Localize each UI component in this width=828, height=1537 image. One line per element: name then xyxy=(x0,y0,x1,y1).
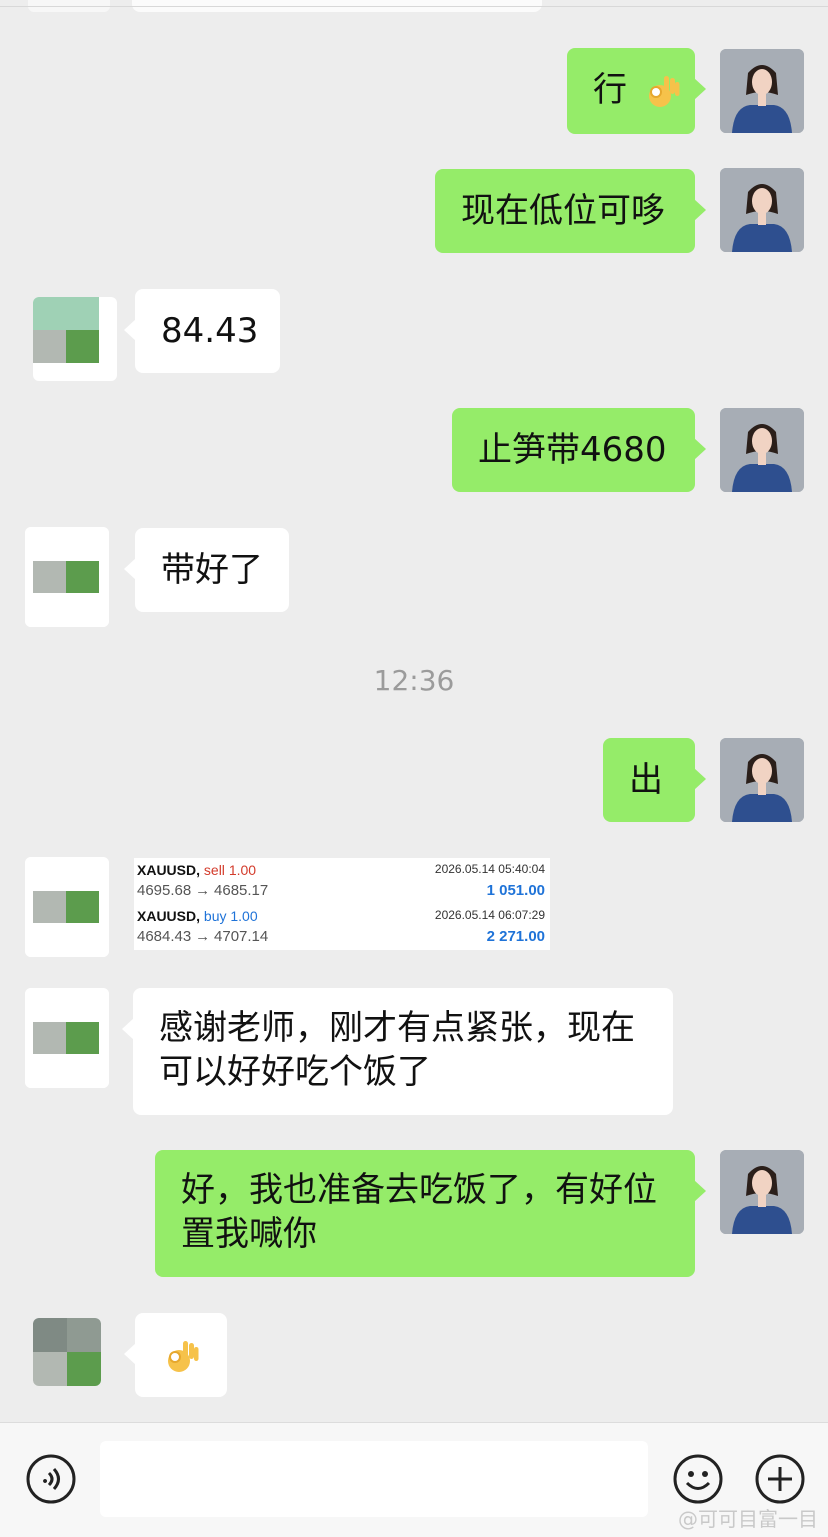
message-bubble-incoming[interactable] xyxy=(124,1313,227,1397)
ok-hand-icon xyxy=(161,1337,201,1377)
trade-datetime: 2026.05.14 05:40:04 xyxy=(434,862,545,876)
message-bubble-incoming[interactable]: 感谢老师，刚才有点紧张，现在可以好好吃个饭了 xyxy=(122,988,673,1115)
trade-row: XAUUSD, sell 1.00 2026.05.14 05:40:04 xyxy=(137,862,547,878)
message-text: 出 xyxy=(629,760,663,800)
mosaic-avatar-icon xyxy=(25,857,109,957)
mosaic-avatar-icon xyxy=(25,527,109,627)
message-bubble-outgoing[interactable]: 现在低位可哆 xyxy=(435,169,706,253)
top-strip xyxy=(0,0,828,14)
mosaic-avatar-icon xyxy=(33,297,99,363)
avatar-photo-icon xyxy=(720,738,804,822)
message-bubble-outgoing[interactable]: 行 xyxy=(567,48,706,134)
message-bubble-outgoing[interactable]: 止笋带4680 xyxy=(452,408,706,492)
voice-button[interactable] xyxy=(25,1453,76,1504)
trade-profit: 1 051.00 xyxy=(486,882,545,899)
avatar-mosaic[interactable] xyxy=(33,297,117,381)
emoji-button[interactable] xyxy=(672,1453,723,1504)
message-text: 感谢老师，刚才有点紧张，现在可以好好吃个饭了 xyxy=(159,1008,635,1092)
trade-row-prices: 4684.43 → 4707.14 2 271.00 xyxy=(137,928,547,945)
trade-history-image[interactable]: XAUUSD, sell 1.00 2026.05.14 05:40:04 46… xyxy=(134,858,550,950)
message-bubble-outgoing[interactable]: 出 xyxy=(603,738,706,822)
avatar-photo-icon xyxy=(720,408,804,492)
message-input[interactable] xyxy=(100,1441,648,1517)
watermark-text: @可可目富一目 xyxy=(678,1507,818,1531)
trade-arrow: → xyxy=(195,928,211,945)
chat-timestamp: 12:36 xyxy=(373,664,455,697)
avatar-mosaic[interactable] xyxy=(25,857,109,957)
trade-arrow: → xyxy=(195,882,211,899)
trade-lots: 1.00 xyxy=(230,908,258,924)
top-divider xyxy=(0,6,828,7)
trade-datetime: 2026.05.14 06:07:29 xyxy=(434,908,545,922)
avatar-mosaic[interactable] xyxy=(25,527,109,627)
chat-input-bar: @可可目富一目 xyxy=(0,1422,828,1537)
trade-profit: 2 271.00 xyxy=(486,928,545,945)
avatar-mosaic[interactable] xyxy=(33,1318,101,1386)
trade-close-price: 4707.14 xyxy=(214,928,269,945)
trade-close-price: 4685.17 xyxy=(214,882,269,899)
trade-row: XAUUSD, buy 1.00 2026.05.14 06:07:29 xyxy=(137,908,547,924)
ok-hand-icon xyxy=(642,72,682,112)
message-text: 现在低位可哆 xyxy=(461,191,665,231)
avatar-mosaic[interactable] xyxy=(25,988,109,1088)
message-text: 84.43 xyxy=(161,311,259,351)
message-bubble-incoming[interactable]: 带好了 xyxy=(124,528,289,612)
trade-open-price: 4684.43 xyxy=(137,928,192,945)
trade-open-price: 4695.68 xyxy=(137,882,192,899)
voice-icon xyxy=(26,1454,76,1504)
message-text: 带好了 xyxy=(161,550,263,590)
avatar[interactable] xyxy=(720,738,804,822)
avatar[interactable] xyxy=(720,1150,804,1234)
avatar[interactable] xyxy=(720,408,804,492)
avatar-photo-icon xyxy=(720,1150,804,1234)
message-bubble-incoming[interactable]: 84.43 xyxy=(124,289,280,373)
message-bubble-outgoing[interactable]: 好，我也准备去吃饭了，有好位置我喊你 xyxy=(155,1150,706,1277)
mosaic-avatar-icon xyxy=(33,1318,101,1386)
avatar[interactable] xyxy=(720,168,804,252)
avatar-photo-icon xyxy=(720,168,804,252)
message-text: 好，我也准备去吃饭了，有好位置我喊你 xyxy=(181,1170,657,1254)
avatar[interactable] xyxy=(720,49,804,133)
trade-action: buy xyxy=(203,908,227,924)
trade-symbol: XAUUSD, xyxy=(137,908,201,924)
plus-icon xyxy=(755,1454,805,1504)
trade-lots: 1.00 xyxy=(228,862,257,878)
trade-action: sell xyxy=(203,862,225,878)
more-button[interactable] xyxy=(754,1453,805,1504)
trade-row-prices: 4695.68 → 4685.17 1 051.00 xyxy=(137,882,547,899)
message-text: 行 xyxy=(593,70,627,110)
avatar-photo-icon xyxy=(720,49,804,133)
emoji-icon xyxy=(673,1454,723,1504)
trade-symbol: XAUUSD, xyxy=(137,862,201,878)
mosaic-avatar-icon xyxy=(25,988,109,1088)
message-text: 止笋带4680 xyxy=(478,430,667,470)
